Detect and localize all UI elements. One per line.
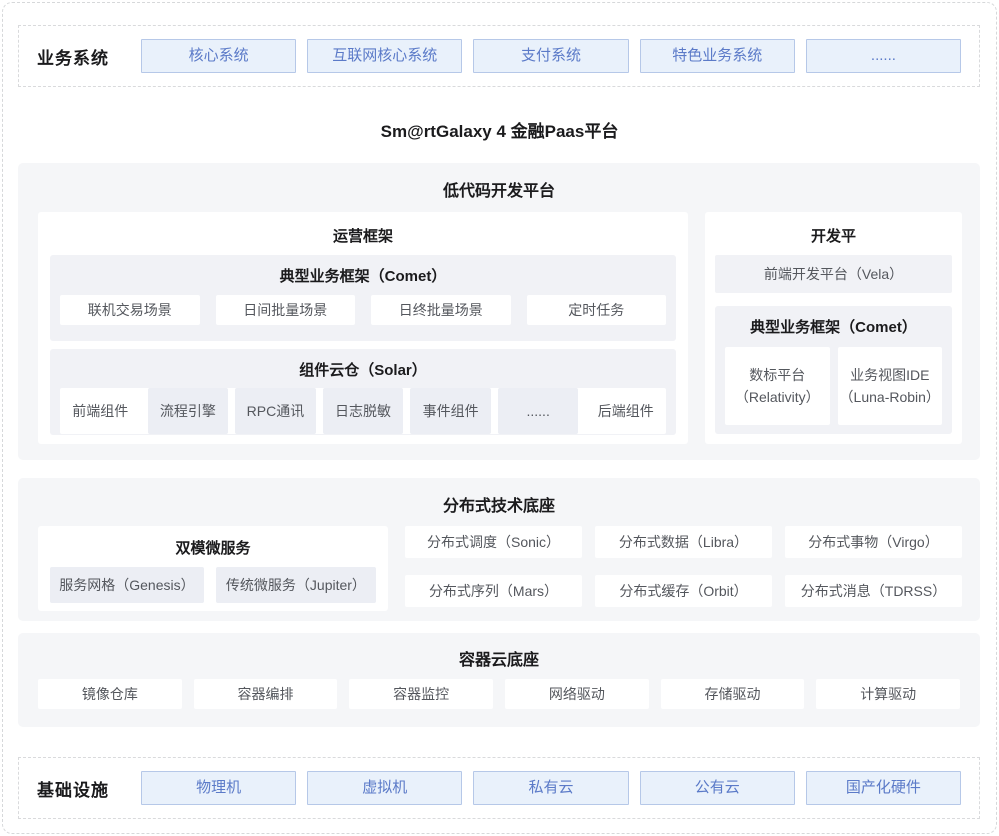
dev-comet-card: 典型业务框架（Comet） 数标平台 （Relativity） 业务视图IDE … <box>715 306 952 434</box>
comet-framework-card: 典型业务框架（Comet） 联机交易场景 日间批量场景 日终批量场景 定时任务 <box>50 255 676 341</box>
comet-framework-title: 典型业务框架（Comet） <box>50 255 676 286</box>
relativity-platform: 数标平台 （Relativity） <box>725 347 830 425</box>
infra-physical-machine: 物理机 <box>141 771 296 805</box>
component-process-engine: 流程引擎 <box>148 388 229 434</box>
container-orchestration: 容器编排 <box>194 679 338 709</box>
component-backend: 后端组件 <box>585 388 666 434</box>
dist-transaction-virgo: 分布式事物（Virgo） <box>785 526 962 558</box>
relativity-name: 数标平台 <box>749 364 805 386</box>
platform-title: Sm@rtGalaxy 4 金融Paas平台 <box>0 117 999 142</box>
comet-scenario-row: 联机交易场景 日间批量场景 日终批量场景 定时任务 <box>60 295 666 325</box>
infrastructure-row: 基础设施 物理机 虚拟机 私有云 公有云 国产化硬件 <box>18 757 980 819</box>
dev-platform-title: 开发平 <box>705 212 962 246</box>
business-system-core: 核心系统 <box>141 39 296 73</box>
business-systems-boxes: 核心系统 互联网核心系统 支付系统 特色业务系统 ...... <box>141 39 961 73</box>
solar-component-row: 前端组件 流程引擎 RPC通讯 日志脱敏 事件组件 ...... 后端组件 <box>60 388 666 434</box>
component-more: ...... <box>498 388 579 434</box>
dev-platform-card: 开发平 前端开发平台（Vela） 典型业务框架（Comet） 数标平台 （Rel… <box>705 212 962 444</box>
dist-message-tdrss: 分布式消息（TDRSS） <box>785 575 962 607</box>
distributed-section: 分布式技术底座 双模微服务 服务网格（Genesis） 传统微服务（Jupite… <box>18 478 980 621</box>
micro-service-jupiter: 传统微服务（Jupiter） <box>216 567 376 603</box>
infra-virtual-machine: 虚拟机 <box>307 771 462 805</box>
relativity-code: （Relativity） <box>735 386 820 408</box>
solar-warehouse-card: 组件云仓（Solar） 前端组件 流程引擎 RPC通讯 日志脱敏 事件组件 ..… <box>50 349 676 435</box>
business-system-more: ...... <box>806 39 961 73</box>
container-monitoring: 容器监控 <box>349 679 493 709</box>
container-cloud-title: 容器云底座 <box>18 633 980 670</box>
vela-frontend-platform: 前端开发平台（Vela） <box>715 255 952 293</box>
luna-robin-name: 业务视图IDE <box>850 364 929 386</box>
scenario-eod-batch: 日终批量场景 <box>371 295 511 325</box>
component-log-masking: 日志脱敏 <box>323 388 404 434</box>
scenario-scheduled-task: 定时任务 <box>527 295 667 325</box>
infra-domestic-hardware: 国产化硬件 <box>806 771 961 805</box>
infrastructure-boxes: 物理机 虚拟机 私有云 公有云 国产化硬件 <box>141 771 961 805</box>
distributed-body: 双模微服务 服务网格（Genesis） 传统微服务（Jupiter） 分布式调度… <box>18 516 980 611</box>
storage-driver: 存储驱动 <box>661 679 805 709</box>
dist-cache-orbit: 分布式缓存（Orbit） <box>595 575 772 607</box>
business-systems-row: 业务系统 核心系统 互联网核心系统 支付系统 特色业务系统 ...... <box>18 25 980 87</box>
component-event: 事件组件 <box>410 388 491 434</box>
scenario-daytime-batch: 日间批量场景 <box>216 295 356 325</box>
infra-private-cloud: 私有云 <box>473 771 628 805</box>
container-cloud-section: 容器云底座 镜像仓库 容器编排 容器监控 网络驱动 存储驱动 计算驱动 <box>18 633 980 727</box>
business-system-internet-core: 互联网核心系统 <box>307 39 462 73</box>
infrastructure-label: 基础设施 <box>37 776 141 801</box>
dist-scheduler-sonic: 分布式调度（Sonic） <box>405 526 582 558</box>
container-cloud-row: 镜像仓库 容器编排 容器监控 网络驱动 存储驱动 计算驱动 <box>38 679 960 709</box>
dist-sequence-mars: 分布式序列（Mars） <box>405 575 582 607</box>
dual-mode-row: 服务网格（Genesis） 传统微服务（Jupiter） <box>50 567 376 603</box>
dist-data-libra: 分布式数据（Libra） <box>595 526 772 558</box>
lowcode-body: 运营框架 典型业务框架（Comet） 联机交易场景 日间批量场景 日终批量场景 … <box>18 201 980 444</box>
compute-driver: 计算驱动 <box>816 679 960 709</box>
component-rpc: RPC通讯 <box>235 388 316 434</box>
distributed-title: 分布式技术底座 <box>18 478 980 516</box>
scenario-online-trade: 联机交易场景 <box>60 295 200 325</box>
solar-warehouse-title: 组件云仓（Solar） <box>50 349 676 380</box>
business-systems-label: 业务系统 <box>37 44 141 69</box>
lowcode-title: 低代码开发平台 <box>18 163 980 201</box>
dual-mode-card: 双模微服务 服务网格（Genesis） 传统微服务（Jupiter） <box>38 526 388 611</box>
lowcode-section: 低代码开发平台 运营框架 典型业务框架（Comet） 联机交易场景 日间批量场景… <box>18 163 980 460</box>
dev-comet-title: 典型业务框架（Comet） <box>715 306 952 337</box>
luna-robin-ide: 业务视图IDE （Luna-Robin） <box>838 347 943 425</box>
component-frontend: 前端组件 <box>60 388 141 434</box>
infra-public-cloud: 公有云 <box>640 771 795 805</box>
dev-comet-row: 数标平台 （Relativity） 业务视图IDE （Luna-Robin） <box>725 347 942 425</box>
operation-framework-title: 运营框架 <box>38 212 688 246</box>
operation-framework-card: 运营框架 典型业务框架（Comet） 联机交易场景 日间批量场景 日终批量场景 … <box>38 212 688 444</box>
image-registry: 镜像仓库 <box>38 679 182 709</box>
business-system-special: 特色业务系统 <box>640 39 795 73</box>
service-mesh-genesis: 服务网格（Genesis） <box>50 567 204 603</box>
dual-mode-title: 双模微服务 <box>38 526 388 558</box>
architecture-diagram: 业务系统 核心系统 互联网核心系统 支付系统 特色业务系统 ...... Sm@… <box>0 0 999 836</box>
business-system-payment: 支付系统 <box>473 39 628 73</box>
distributed-grid: 分布式调度（Sonic） 分布式数据（Libra） 分布式事物（Virgo） 分… <box>405 526 962 611</box>
luna-robin-code: （Luna-Robin） <box>840 386 940 408</box>
network-driver: 网络驱动 <box>505 679 649 709</box>
